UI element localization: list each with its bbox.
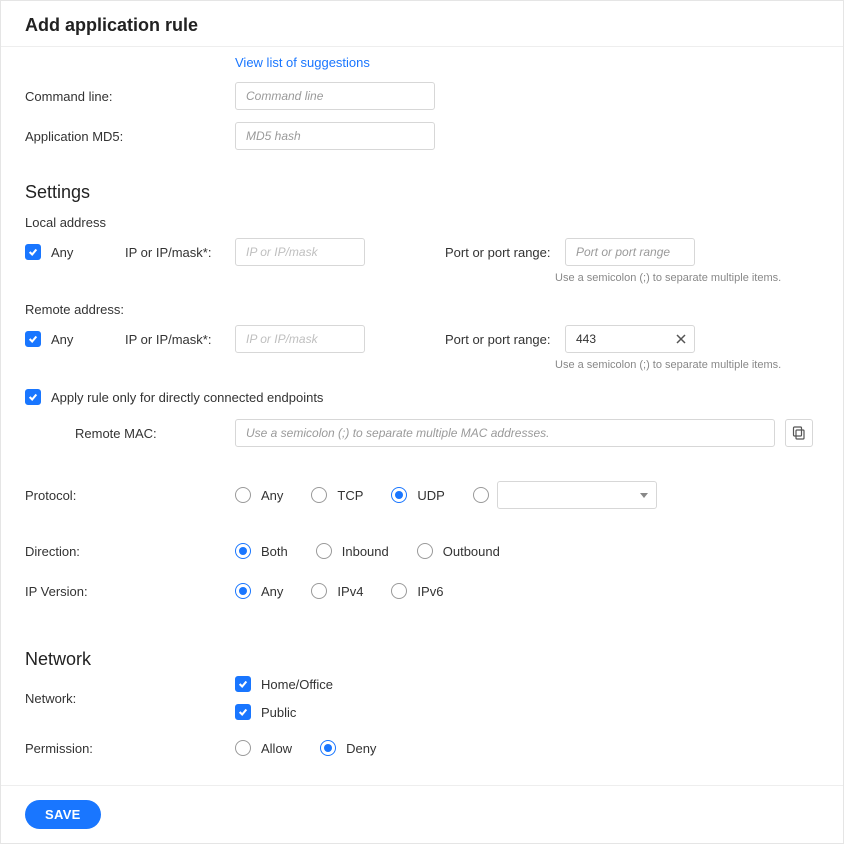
copy-button[interactable] [785, 419, 813, 447]
dialog-add-application-rule: Add application rule View list of sugges… [0, 0, 844, 844]
network-public-label: Public [261, 705, 296, 720]
dialog-body: View list of suggestions Command line: A… [1, 47, 843, 785]
settings-section-title: Settings [25, 182, 819, 203]
network-section-title: Network [25, 649, 819, 670]
permission-label: Permission: [25, 741, 235, 756]
permission-deny-label: Deny [346, 741, 376, 756]
local-any-label: Any [51, 245, 73, 260]
remote-ip-label: IP or IP/mask*: [125, 332, 235, 347]
direction-label: Direction: [25, 544, 235, 559]
protocol-custom-radio[interactable] [473, 487, 489, 503]
ipver-any-label: Any [261, 584, 283, 599]
direction-inbound-label: Inbound [342, 544, 389, 559]
remote-address-label: Remote address: [25, 302, 819, 317]
remote-any-label: Any [51, 332, 73, 347]
page-title: Add application rule [25, 15, 819, 36]
remote-ip-input[interactable] [235, 325, 365, 353]
local-any-checkbox[interactable] [25, 244, 41, 260]
protocol-udp-radio[interactable] [391, 487, 407, 503]
local-port-label: Port or port range: [445, 245, 565, 260]
protocol-any-label: Any [261, 488, 283, 503]
network-home-label: Home/Office [261, 677, 333, 692]
save-button[interactable]: SAVE [25, 800, 101, 829]
ipver-v6-radio[interactable] [391, 583, 407, 599]
network-public-checkbox[interactable] [235, 704, 251, 720]
network-home-checkbox[interactable] [235, 676, 251, 692]
dialog-footer: SAVE [1, 785, 843, 843]
application-md5-input[interactable] [235, 122, 435, 150]
permission-deny-radio[interactable] [320, 740, 336, 756]
protocol-udp-label: UDP [417, 488, 444, 503]
remote-port-label: Port or port range: [445, 332, 565, 347]
protocol-tcp-label: TCP [337, 488, 363, 503]
permission-allow-radio[interactable] [235, 740, 251, 756]
remote-mac-label: Remote MAC: [25, 426, 235, 441]
direction-inbound-radio[interactable] [316, 543, 332, 559]
local-ip-label: IP or IP/mask*: [125, 245, 235, 260]
ipver-v4-radio[interactable] [311, 583, 327, 599]
view-suggestions-link[interactable]: View list of suggestions [235, 55, 370, 70]
local-address-label: Local address [25, 215, 819, 230]
local-port-hint: Use a semicolon (;) to separate multiple… [555, 272, 819, 284]
chevron-down-icon [640, 493, 648, 498]
local-ip-input[interactable] [235, 238, 365, 266]
remote-any-checkbox[interactable] [25, 331, 41, 347]
command-line-label: Command line: [25, 89, 235, 104]
protocol-tcp-radio[interactable] [311, 487, 327, 503]
ipver-v4-label: IPv4 [337, 584, 363, 599]
ipver-v6-label: IPv6 [417, 584, 443, 599]
direct-endpoints-checkbox[interactable] [25, 389, 41, 405]
remote-port-hint: Use a semicolon (;) to separate multiple… [555, 359, 819, 371]
direction-both-label: Both [261, 544, 288, 559]
local-port-input[interactable] [565, 238, 695, 266]
copy-icon [792, 426, 806, 440]
direction-outbound-label: Outbound [443, 544, 500, 559]
remote-mac-input[interactable] [235, 419, 775, 447]
ipver-any-radio[interactable] [235, 583, 251, 599]
direction-both-radio[interactable] [235, 543, 251, 559]
protocol-label: Protocol: [25, 488, 235, 503]
close-icon[interactable] [673, 331, 689, 347]
dialog-header: Add application rule [1, 1, 843, 47]
network-label: Network: [25, 691, 235, 706]
permission-allow-label: Allow [261, 741, 292, 756]
ipversion-label: IP Version: [25, 584, 235, 599]
direct-endpoints-label: Apply rule only for directly connected e… [51, 390, 323, 405]
direction-outbound-radio[interactable] [417, 543, 433, 559]
protocol-custom-select[interactable] [497, 481, 657, 509]
command-line-input[interactable] [235, 82, 435, 110]
application-md5-label: Application MD5: [25, 129, 235, 144]
protocol-any-radio[interactable] [235, 487, 251, 503]
